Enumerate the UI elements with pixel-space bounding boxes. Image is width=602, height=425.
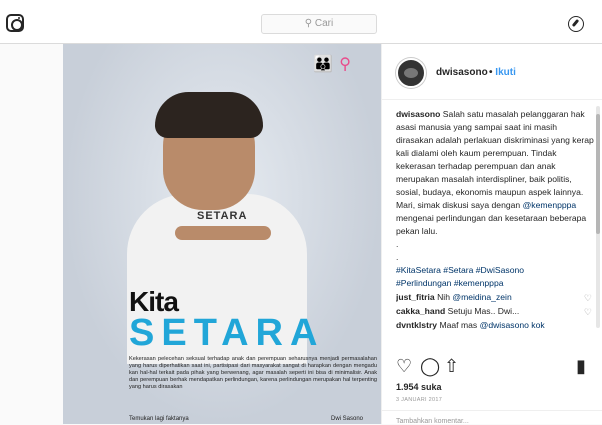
post-actions: ♡ ◯ ⇧ ▮ bbox=[396, 356, 594, 380]
person-hair bbox=[155, 92, 263, 138]
comments-list: dwisasono Salah satu masalah pelanggaran… bbox=[396, 108, 594, 356]
person-arm bbox=[175, 226, 271, 240]
comment-user[interactable]: dvntklstry bbox=[396, 320, 437, 330]
follow-button[interactable]: • Ikuti bbox=[489, 67, 516, 78]
share-icon[interactable]: ⇧ bbox=[444, 356, 459, 377]
caption-dot: . bbox=[396, 239, 399, 249]
like-comment-icon[interactable]: ♡ bbox=[584, 306, 592, 318]
caption: dwisasono Salah satu masalah pelanggaran… bbox=[396, 108, 594, 290]
caption-text: Salah satu masalah pelanggaran hak asasi… bbox=[396, 109, 594, 210]
explore-compass-icon[interactable] bbox=[568, 16, 584, 32]
scrollbar[interactable] bbox=[596, 106, 600, 328]
poster-body-text: Kekerasan pelecehan seksual terhadap ana… bbox=[129, 356, 377, 390]
divider bbox=[382, 410, 602, 411]
comment-mention[interactable]: @dwisasono kok bbox=[480, 320, 545, 330]
post-image[interactable]: 👪⚲ SETARA Kita SETARA Kekerasan peleceha… bbox=[63, 44, 381, 424]
follow-label: Ikuti bbox=[495, 67, 516, 78]
caption-hashtags-1[interactable]: #KitaSetara #Setara #DwiSasono bbox=[396, 264, 594, 277]
scrollbar-thumb[interactable] bbox=[596, 114, 600, 234]
search-placeholder: Cari bbox=[314, 18, 334, 29]
list-item: cakka_hand Setuju Mas.. Dwi... ♡ bbox=[396, 305, 594, 318]
post-header: dwisasono • Ikuti bbox=[382, 44, 602, 100]
list-item: just_fitria Nih @meidina_zein ♡ bbox=[396, 291, 594, 304]
search-input[interactable]: ⚲ Cari bbox=[261, 14, 377, 34]
comment-text: Setuju Mas.. Dwi... bbox=[445, 306, 520, 316]
instagram-logo-icon[interactable] bbox=[6, 14, 24, 32]
avatar[interactable] bbox=[396, 58, 426, 88]
username-link[interactable]: dwisasono bbox=[436, 67, 488, 78]
comment-user[interactable]: cakka_hand bbox=[396, 306, 445, 316]
caption-dot: . bbox=[396, 252, 399, 262]
search-icon: ⚲ bbox=[304, 18, 315, 29]
comment-mention[interactable]: @meidina_zein bbox=[452, 292, 511, 302]
comment-icon[interactable]: ◯ bbox=[420, 356, 440, 377]
separator-dot: • bbox=[489, 67, 493, 78]
heart-icon[interactable]: ♡ bbox=[396, 356, 412, 377]
top-nav-bar: ⚲ Cari bbox=[0, 0, 602, 44]
comment-text: Nih bbox=[434, 292, 453, 302]
shirt-text: SETARA bbox=[197, 210, 248, 222]
likes-count[interactable]: 1.954 suka bbox=[396, 382, 442, 392]
post-date: 3 JANUARI 2017 bbox=[396, 397, 443, 403]
logo-icons: 👪⚲ bbox=[313, 56, 357, 73]
list-item: dvntklstry Maaf mas @dwisasono kok bbox=[396, 319, 594, 332]
caption-author[interactable]: dwisasono bbox=[396, 109, 440, 119]
post-side-panel: dwisasono • Ikuti dwisasono Salah satu m… bbox=[381, 44, 602, 425]
caption-mention[interactable]: @kemenpppa bbox=[523, 200, 577, 210]
caption-hashtags-2[interactable]: #Perlindungan #kemenpppa bbox=[396, 277, 594, 290]
poster-footer-left: Temukan lagi faktanya bbox=[129, 416, 189, 422]
comment-text: Maaf mas bbox=[437, 320, 480, 330]
comment-user[interactable]: just_fitria bbox=[396, 292, 435, 302]
bookmark-icon[interactable]: ▮ bbox=[576, 356, 586, 377]
poster-title-setara: SETARA bbox=[129, 312, 325, 354]
caption-text-2: mengenai perlindungan dan kesetaraan beb… bbox=[396, 213, 587, 236]
like-comment-icon[interactable]: ♡ bbox=[584, 292, 592, 304]
poster-footer-right: Dwi Sasono bbox=[331, 416, 364, 422]
